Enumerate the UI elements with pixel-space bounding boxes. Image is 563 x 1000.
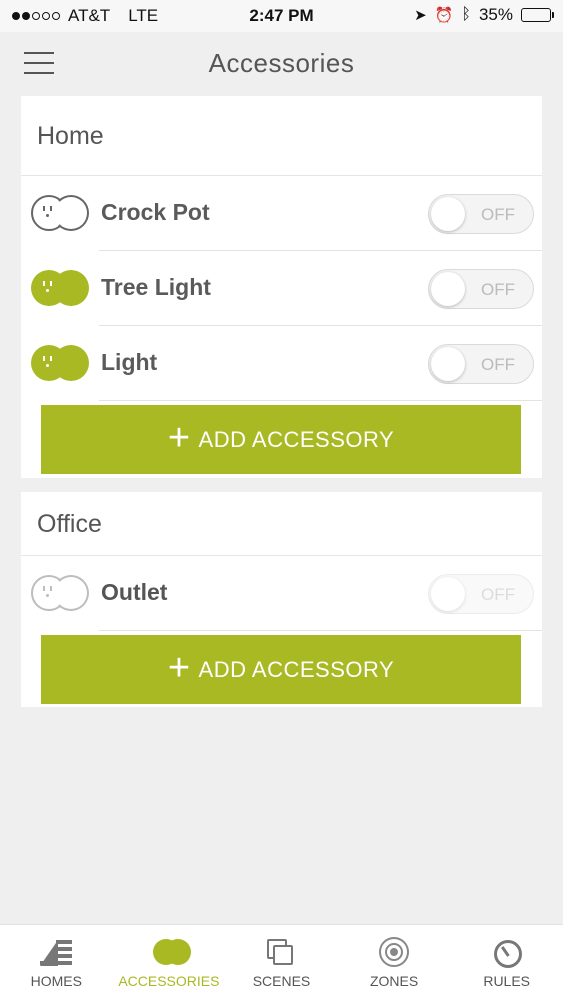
add-accessory-button[interactable]: + ADD ACCESSORY	[41, 405, 521, 474]
toggle-state-label: OFF	[481, 280, 515, 299]
group-title: Office	[21, 492, 542, 556]
tab-label: ZONES	[369, 973, 419, 989]
tab-label: SCENES	[252, 973, 311, 989]
rules-icon	[487, 937, 527, 969]
toggle-knob	[431, 197, 465, 231]
power-toggle[interactable]: OFF	[428, 344, 534, 384]
tab-homes[interactable]: HOMES	[0, 925, 113, 1000]
power-toggle[interactable]: OFF	[428, 269, 534, 309]
homes-icon	[36, 937, 76, 969]
group-card-home: Home Crock Pot OFF Tree Light OFF Light	[21, 96, 542, 478]
accessory-label: Outlet	[101, 579, 168, 605]
zones-icon	[374, 937, 414, 969]
tab-accessories[interactable]: ACCESSORIES	[113, 925, 226, 1000]
toggle-knob	[431, 347, 465, 381]
outlet-icon	[31, 575, 89, 611]
add-accessory-label: ADD ACCESSORY	[198, 656, 395, 682]
status-bar: AT&T LTE 2:47 PM ➤ ⏰ ᛒ 35%	[0, 0, 563, 32]
alarm-icon: ⏰	[434, 7, 454, 24]
accessory-label: Light	[101, 349, 158, 375]
outlet-icon	[31, 270, 89, 306]
accessory-row-tree-light[interactable]: Tree Light OFF	[21, 251, 542, 326]
toggle-state-label: OFF	[481, 355, 515, 374]
group-title: Home	[21, 96, 542, 176]
add-accessory-label: ADD ACCESSORY	[198, 426, 395, 452]
power-toggle[interactable]: OFF	[428, 574, 534, 614]
power-toggle[interactable]: OFF	[428, 194, 534, 234]
location-icon: ➤	[414, 7, 427, 24]
toggle-state-label: OFF	[481, 205, 515, 224]
tab-label: HOMES	[30, 973, 82, 989]
tab-zones[interactable]: ZONES	[338, 925, 451, 1000]
battery-percent: 35%	[478, 5, 513, 24]
group-card-office: Office Outlet OFF + ADD ACCESSORY	[21, 492, 542, 707]
outlet-icon	[31, 345, 89, 381]
accessory-row-light[interactable]: Light OFF	[21, 326, 542, 401]
header: Accessories	[0, 32, 563, 96]
battery-icon	[521, 8, 554, 22]
plus-icon: +	[167, 646, 191, 689]
accessory-label: Tree Light	[101, 274, 211, 300]
outlet-icon	[31, 195, 89, 231]
tab-bar: HOMES ACCESSORIES SCENES ZONES RULES	[0, 924, 563, 1000]
tab-label: RULES	[483, 973, 531, 989]
toggle-state-label: OFF	[481, 585, 515, 604]
accessory-row-outlet[interactable]: Outlet OFF	[21, 556, 542, 631]
tab-label: ACCESSORIES	[118, 973, 220, 989]
page-title: Accessories	[208, 48, 355, 78]
status-right: ➤ ⏰ ᛒ 35%	[414, 5, 554, 25]
accessory-row-crock-pot[interactable]: Crock Pot OFF	[21, 176, 542, 251]
scenes-icon	[261, 937, 301, 969]
toggle-knob	[431, 577, 465, 611]
toggle-knob	[431, 272, 465, 306]
tab-scenes[interactable]: SCENES	[225, 925, 338, 1000]
accessory-label: Crock Pot	[101, 199, 210, 225]
tab-rules[interactable]: RULES	[450, 925, 563, 1000]
bluetooth-icon: ᛒ	[461, 6, 471, 23]
accessories-icon	[149, 937, 191, 969]
add-accessory-button[interactable]: + ADD ACCESSORY	[41, 635, 521, 704]
plus-icon: +	[167, 416, 191, 459]
